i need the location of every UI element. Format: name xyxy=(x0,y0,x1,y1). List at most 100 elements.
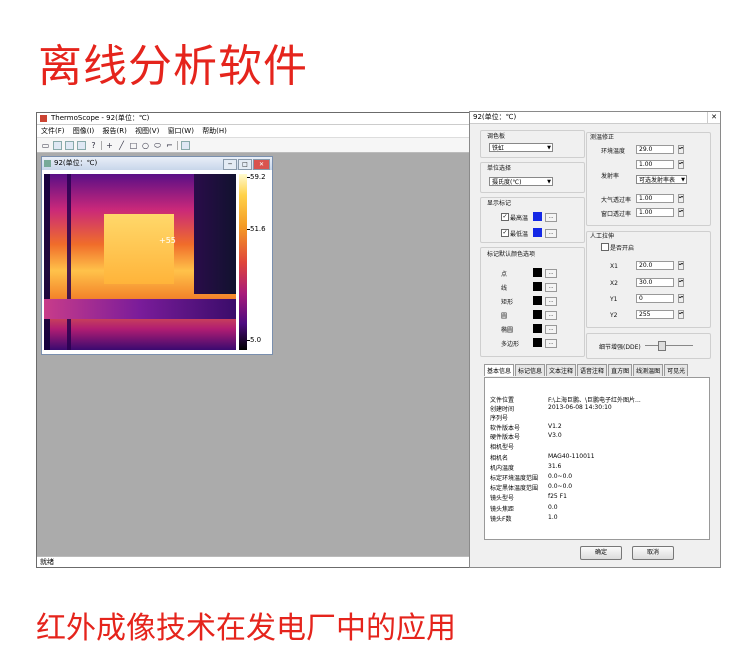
menu-window[interactable]: 窗口(W) xyxy=(168,127,194,135)
chevron-down-icon: ▼ xyxy=(547,145,551,151)
point-color-swatch[interactable] xyxy=(533,268,542,277)
tab-visible-light[interactable]: 可见光 xyxy=(664,364,689,376)
polygon-color-button[interactable]: ... xyxy=(545,339,557,348)
window-trans-label: 窗口透过率 xyxy=(601,211,632,218)
y1-label: Y1 xyxy=(610,296,618,303)
delete-icon[interactable] xyxy=(181,140,190,150)
tab-line-temp[interactable]: 线测温图 xyxy=(633,364,664,376)
info-key-internal-temp: 机内温度 xyxy=(490,465,515,472)
min-color-swatch[interactable] xyxy=(533,228,542,237)
menu-help[interactable]: 帮助(H) xyxy=(202,127,227,135)
copy-icon[interactable] xyxy=(65,140,74,150)
atm-spinner[interactable]: ▴▾ xyxy=(678,194,684,203)
subline: 红外成像技术在发电厂中的应用 xyxy=(36,611,456,646)
emissivity-input[interactable]: 1.00 xyxy=(636,160,674,169)
atm-label: 大气透过率 xyxy=(601,197,632,204)
dde-slider-track[interactable] xyxy=(645,345,693,346)
unit-value: 摄氏度(℃) xyxy=(492,179,522,186)
tab-voice-note[interactable]: 语音注释 xyxy=(577,364,608,376)
unit-select[interactable]: 摄氏度(℃) ▼ xyxy=(489,177,553,186)
tab-text-note[interactable]: 文本注释 xyxy=(546,364,577,376)
tab-basic-info[interactable]: 基本信息 xyxy=(484,364,515,376)
x1-spinner[interactable]: ▴▾ xyxy=(678,261,684,270)
image-window-titlebar: 92(单位：℃) ─ □ ✕ xyxy=(42,157,272,170)
x2-input[interactable]: 30.0 xyxy=(636,278,674,287)
menu-image[interactable]: 图像(I) xyxy=(73,127,95,135)
max-color-swatch[interactable] xyxy=(533,212,542,221)
menu-report[interactable]: 报告(R) xyxy=(103,127,127,135)
window-trans-input[interactable]: 1.00 xyxy=(636,208,674,217)
y1-input[interactable]: 0 xyxy=(636,294,674,303)
enable-checkbox[interactable] xyxy=(601,243,609,251)
help-icon[interactable]: ? xyxy=(89,141,98,150)
minimize-icon[interactable]: ─ xyxy=(223,159,237,170)
maximize-icon[interactable]: □ xyxy=(238,159,252,170)
menu-view[interactable]: 视图(V) xyxy=(135,127,159,135)
polygon-tool-icon[interactable]: ⌐ xyxy=(165,141,174,150)
point-color-button[interactable]: ... xyxy=(545,269,557,278)
max-temp-marker[interactable]: +55 xyxy=(159,236,176,245)
point-tool-icon[interactable]: + xyxy=(105,141,114,150)
ambient-spinner[interactable]: ▴▾ xyxy=(678,145,684,154)
cancel-button[interactable]: 取消 xyxy=(632,546,674,560)
info-value-file-location: F:\上海巨鹏、\巨鹏电子红外图片... xyxy=(548,397,641,404)
ambient-input[interactable]: 29.0 xyxy=(636,145,674,154)
menubar: 文件(F) 图像(I) 报告(R) 视图(V) 窗口(W) 帮助(H) xyxy=(37,125,469,138)
scale-mid-label: 51.6 xyxy=(250,225,266,233)
line-color-button[interactable]: ... xyxy=(545,283,557,292)
emissivity-spinner[interactable]: ▴▾ xyxy=(678,160,684,169)
min-color-picker-button[interactable]: ... xyxy=(545,229,557,238)
circle-color-button[interactable]: ... xyxy=(545,311,557,320)
ok-button[interactable]: 确定 xyxy=(580,546,622,560)
circle-color-swatch[interactable] xyxy=(533,310,542,319)
thermal-cold-region xyxy=(194,174,236,294)
open-icon[interactable]: ▭ xyxy=(41,141,50,150)
y2-label: Y2 xyxy=(610,312,618,319)
y2-spinner[interactable]: ▴▾ xyxy=(678,310,684,319)
line-color-swatch[interactable] xyxy=(533,282,542,291)
y2-input[interactable]: 255 xyxy=(636,310,674,319)
status-bar: 就绪 xyxy=(37,556,469,567)
info-key-serial: 序列号 xyxy=(490,415,509,422)
max-temp-checkbox[interactable]: ✓ xyxy=(501,213,509,221)
menu-file[interactable]: 文件(F) xyxy=(41,127,65,135)
thermal-image-window[interactable]: 92(单位：℃) ─ □ ✕ +55 59.2 51.6 5.0 xyxy=(41,156,273,355)
tab-marker-info[interactable]: 标记信息 xyxy=(515,364,546,376)
min-temp-checkbox[interactable]: ✓ xyxy=(501,229,509,237)
dde-slider-handle[interactable] xyxy=(658,341,666,351)
emissivity-table-select[interactable]: 可选发射率表 ▼ xyxy=(636,175,687,184)
max-color-picker-button[interactable]: ... xyxy=(545,213,557,222)
ellipse-tool-icon[interactable]: ⬭ xyxy=(153,141,162,150)
atm-input[interactable]: 1.00 xyxy=(636,194,674,203)
tab-histogram[interactable]: 直方图 xyxy=(608,364,633,376)
rect-color-swatch[interactable] xyxy=(533,296,542,305)
enable-label: 是否开启 xyxy=(610,245,635,252)
image-window-title: 92(单位：℃) xyxy=(54,159,98,167)
ellipse-color-button[interactable]: ... xyxy=(545,325,557,334)
save-icon[interactable] xyxy=(53,140,62,150)
min-temp-label: 最低温 xyxy=(510,231,529,238)
image-window-icon xyxy=(44,160,51,167)
ellipse-label: 椭圆 xyxy=(501,327,514,334)
info-key-file-location: 文件位置 xyxy=(490,397,515,404)
y1-spinner[interactable]: ▴▾ xyxy=(678,294,684,303)
thermal-hot-region xyxy=(104,214,174,284)
thermal-image[interactable]: +55 xyxy=(44,174,236,350)
circle-tool-icon[interactable]: ○ xyxy=(141,141,150,150)
close-icon[interactable]: ✕ xyxy=(253,159,270,170)
x1-input[interactable]: 20.0 xyxy=(636,261,674,270)
rectangle-tool-icon[interactable]: □ xyxy=(129,141,138,150)
window-trans-spinner[interactable]: ▴▾ xyxy=(678,208,684,217)
circle-label: 圆 xyxy=(501,313,508,320)
palette-select[interactable]: 铁虹 ▼ xyxy=(489,143,553,152)
panel-close-icon[interactable]: ✕ xyxy=(707,112,720,123)
rect-color-button[interactable]: ... xyxy=(545,297,557,306)
ellipse-color-swatch[interactable] xyxy=(533,324,542,333)
line-tool-icon[interactable]: ╱ xyxy=(117,141,126,150)
properties-panel: 92(单位：℃) ✕ 调色板 铁虹 ▼ 单位选择 摄氏度(℃) ▼ 显示标记 ✓ 最… xyxy=(469,111,721,568)
polygon-color-swatch[interactable] xyxy=(533,338,542,347)
info-value-internal-temp: 31.6 xyxy=(548,463,562,470)
x2-spinner[interactable]: ▴▾ xyxy=(678,278,684,287)
app-icon xyxy=(40,115,47,122)
print-icon[interactable] xyxy=(77,140,86,150)
